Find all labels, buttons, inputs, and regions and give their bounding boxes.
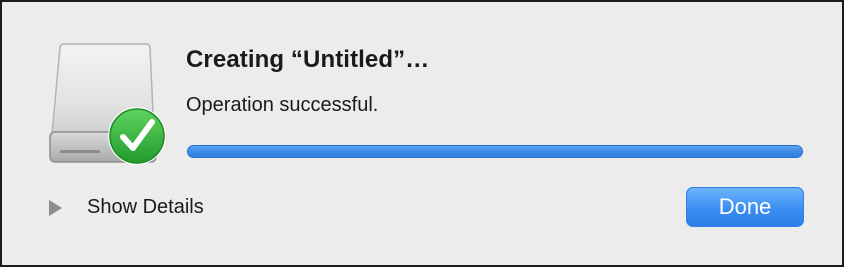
done-button[interactable]: Done [686, 187, 804, 227]
progress-bar-fill [187, 145, 803, 158]
checkmark-badge [109, 108, 165, 164]
external-drive-icon [49, 43, 166, 165]
status-message: Operation successful. [186, 94, 379, 116]
progress-bar [187, 145, 803, 158]
disclosure-triangle-icon[interactable] [46, 198, 66, 218]
progress-dialog: Creating “Untitled”… Operation successfu… [0, 0, 844, 267]
dialog-title: Creating “Untitled”… [186, 46, 430, 73]
show-details-toggle[interactable]: Show Details [87, 196, 204, 219]
